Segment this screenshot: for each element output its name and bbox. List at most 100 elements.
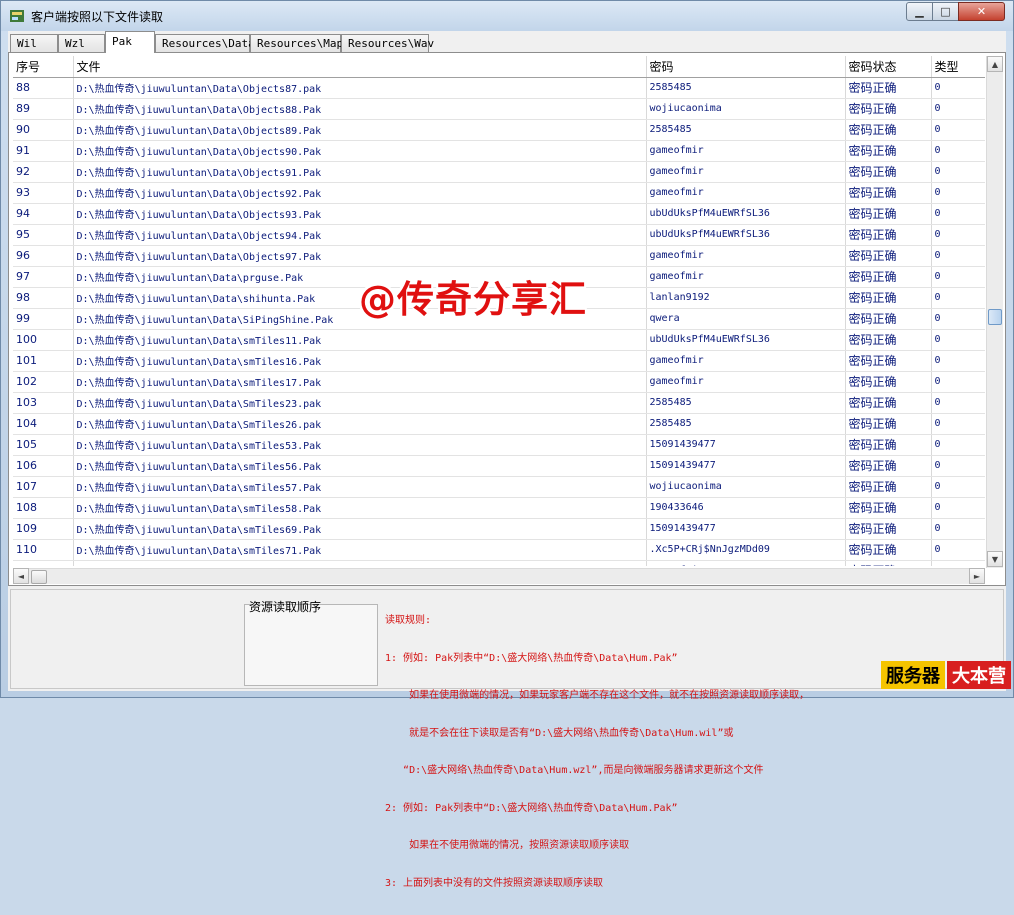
table-row[interactable]: 89 D:\热血传奇\jiuwuluntan\Data\Objects88.Pak… [13,98,985,120]
tab-resources-map[interactable]: Resources\Map [250,34,343,53]
cell-index: 105 [13,434,74,456]
cell-file: D:\热血传奇\jiuwuluntan\Data\smTiles11.Pak [73,329,647,351]
table-row[interactable]: 90 D:\热血传奇\jiuwuluntan\Data\Objects89.Pak… [13,119,985,141]
cell-file: D:\热血传奇\jiuwuluntan\Data\Objects97.Pak [73,245,647,267]
cell-password-status: 密码正确 [845,392,932,414]
column-header-type[interactable]: 类型 [931,56,985,78]
cell-password-status: 密码正确 [845,455,932,477]
tab-wil[interactable]: Wil [10,34,58,53]
cell-index: 104 [13,413,74,435]
cell-type: 0 [931,119,985,141]
cell-index: 109 [13,518,74,540]
cell-type: 0 [931,392,985,414]
cell-password: gameofmir [646,371,846,393]
tab-resources-wav[interactable]: Resources\Wav [341,34,434,53]
cell-index: 88 [13,77,74,99]
rules-line: 读取规则: [385,615,432,626]
table-row[interactable]: 94 D:\热血传奇\jiuwuluntan\Data\Objects93.Pak… [13,203,985,225]
tab-pak[interactable]: Pak [105,31,155,53]
cell-type: 0 [931,140,985,162]
table-row[interactable]: 104 D:\热血传奇\jiuwuluntan\Data\SmTiles26.pa… [13,413,985,435]
cell-file: D:\热血传奇\jiuwuluntan\Data\smTiles71.Pak [73,539,647,561]
cell-file: D:\热血传奇\jiuwuluntan\Data\smTiles69.Pak [73,518,647,540]
client-area: Wil Wzl Pak Resources\Data Resources\Map… [8,31,1006,889]
vertical-scroll-thumb[interactable] [988,309,1002,325]
cell-index: 110 [13,539,74,561]
cell-type: 0 [931,161,985,183]
cell-index: 91 [13,140,74,162]
resource-order-list[interactable] [244,604,378,686]
column-header-password[interactable]: 密码 [646,56,846,78]
rules-line: “D:\盛大网络\热血传奇\Data\Hum.wzl”,而是向微端服务器请求更新… [385,765,764,776]
tab-resources-data[interactable]: Resources\Data [155,34,255,53]
rules-line: 如果在使用微端的情况，如果玩家客户端不存在这个文件，就不在按照资源读取顺序读取， [385,690,810,701]
table-row[interactable]: 111D:\热血传奇\jiuwuluntan\Data\smTiles8.Pak… [13,560,985,566]
table-row[interactable]: 107 D:\热血传奇\jiuwuluntan\Data\smTiles57.Pa… [13,476,985,498]
horizontal-scroll-thumb[interactable] [31,570,47,584]
column-header-file[interactable]: 文件 [73,56,647,78]
cell-index: 101 [13,350,74,372]
rules-line: 2: 例如: Pak列表中“D:\盛大网络\热血传奇\Data\Hum.Pak” [385,802,678,814]
table-row[interactable]: 108 D:\热血传奇\jiuwuluntan\Data\smTiles58.Pa… [13,497,985,519]
cell-index: 93 [13,182,74,204]
rules-line: 如果在不使用微端的情况，按照资源读取顺序读取 [385,840,630,851]
arrow-left-icon: ◄ [17,571,25,581]
cell-type: 0 [931,77,985,99]
watermark: @传奇分享汇 [359,278,587,321]
cell-file: D:\热血传奇\jiuwuluntan\Data\smTiles16.Pak [73,350,647,372]
table-row[interactable]: 106 D:\热血传奇\jiuwuluntan\Data\smTiles56.Pa… [13,455,985,477]
table-row[interactable]: 102 D:\热血传奇\jiuwuluntan\Data\smTiles17.Pa… [13,371,985,393]
table-row[interactable]: 95 D:\热血传奇\jiuwuluntan\Data\Objects94.Pak… [13,224,985,246]
cell-password-status: 密码正确 [845,497,932,519]
horizontal-scrollbar[interactable]: ◄ ► [13,568,985,584]
scroll-up-button[interactable]: ▲ [987,56,1003,72]
cell-password: gameofmir [646,266,846,288]
scroll-left-button[interactable]: ◄ [13,568,29,584]
table-row[interactable]: 96 D:\热血传奇\jiuwuluntan\Data\Objects97.Pak… [13,245,985,267]
cell-password-status: 密码正确 [845,140,932,162]
title-bar[interactable]: 客户端按照以下文件读取 ▁ □ ✕ [1,1,1013,31]
cell-password-status: 密码正确 [845,434,932,456]
badge-right: 大本营 [947,661,1011,689]
minimize-button[interactable]: ▁ [906,2,933,21]
table-row[interactable]: 91 D:\热血传奇\jiuwuluntan\Data\Objects90.Pak… [13,140,985,162]
cell-file: D:\热血传奇\jiuwuluntan\Data\smTiles58.Pak [73,497,647,519]
column-header-password-status[interactable]: 密码状态 [845,56,932,78]
table-row[interactable]: 109 D:\热血传奇\jiuwuluntan\Data\smTiles69.Pa… [13,518,985,540]
cell-file: D:\热血传奇\jiuwuluntan\Data\Objects87.pak [73,77,647,99]
table-row[interactable]: 105 D:\热血传奇\jiuwuluntan\Data\smTiles53.Pa… [13,434,985,456]
cell-file: D:\热血传奇\jiuwuluntan\Data\smTiles56.Pak [73,455,647,477]
cell-type: 0 [931,245,985,267]
tab-wzl[interactable]: Wzl [58,34,105,53]
cell-password: lanlan9192 [646,287,846,309]
cell-password-status: 密码正确 [845,161,932,183]
cell-index: 106 [13,455,74,477]
table-row[interactable]: 100 D:\热血传奇\jiuwuluntan\Data\smTiles11.Pa… [13,329,985,351]
table-row[interactable]: 88 D:\热血传奇\jiuwuluntan\Data\Objects87.pak… [13,77,985,99]
cell-password-status: 密码正确 [845,350,932,372]
column-header-index[interactable]: 序号 [13,56,74,78]
resource-order-label: 资源读取顺序 [249,600,322,614]
cell-password: 15091439477 [646,455,846,477]
cell-password: 2585485 [646,77,846,99]
table-row[interactable]: 101 D:\热血传奇\jiuwuluntan\Data\smTiles16.Pa… [13,350,985,372]
close-button[interactable]: ✕ [958,2,1005,21]
scroll-right-button[interactable]: ► [969,568,985,584]
cell-file: D:\热血传奇\jiuwuluntan\Data\smTiles17.Pak [73,371,647,393]
cell-password: gameofmir [646,161,846,183]
cell-password: ubUdUksPfM4uEWRfSL36 [646,203,846,225]
cell-type: 0 [931,497,985,519]
vertical-scrollbar[interactable]: ▲ ▼ [986,56,1003,568]
window-title: 客户端按照以下文件读取 [31,10,164,24]
cell-password-status: 密码正确 [845,119,932,141]
maximize-button[interactable]: □ [932,2,959,21]
table-row[interactable]: 103 D:\热血传奇\jiuwuluntan\Data\SmTiles23.pa… [13,392,985,414]
cell-type: 0 [931,455,985,477]
cell-password-status: 密码正确 [845,224,932,246]
table-row[interactable]: 110 D:\热血传奇\jiuwuluntan\Data\smTiles71.Pa… [13,539,985,561]
table-row[interactable]: 92 D:\热血传奇\jiuwuluntan\Data\Objects91.Pak… [13,161,985,183]
scroll-down-button[interactable]: ▼ [987,551,1003,567]
cell-type: 0 [931,539,985,561]
cell-password-status: 密码正确 [845,476,932,498]
table-row[interactable]: 93 D:\热血传奇\jiuwuluntan\Data\Objects92.Pak… [13,182,985,204]
